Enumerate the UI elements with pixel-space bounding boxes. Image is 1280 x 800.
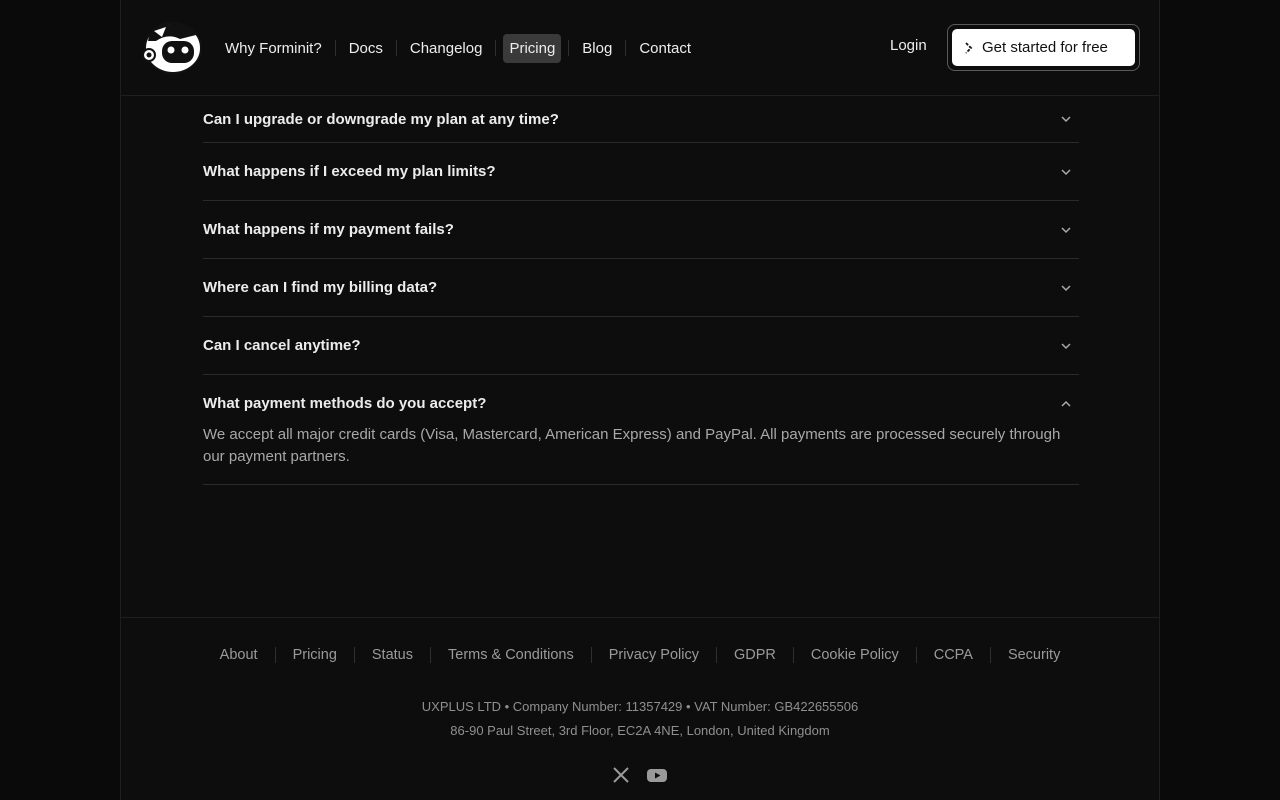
footer-divider: [590, 647, 592, 663]
company-address: 86-90 Paul Street, 3rd Floor, EC2A 4NE, …: [450, 723, 830, 738]
footer-divider: [353, 647, 355, 663]
nav-divider: [625, 40, 627, 56]
faq-question-toggle[interactable]: Where can I find my billing data?: [203, 259, 1079, 316]
faq-question-text: What happens if I exceed my plan limits?: [203, 163, 496, 180]
site-footer: About Pricing Status Terms & Conditions …: [121, 617, 1159, 800]
robot-mascot-logo-icon[interactable]: [140, 19, 204, 75]
nav-changelog[interactable]: Changelog: [404, 34, 489, 63]
nav-divider: [334, 40, 336, 56]
faq-list: Can I upgrade or downgrade my plan at an…: [203, 96, 1079, 485]
faq-item-expanded: What payment methods do you accept? We a…: [203, 375, 1079, 485]
nav-pricing[interactable]: Pricing: [503, 33, 562, 63]
main-nav: Why Forminit? Docs Changelog Pricing Blo…: [219, 33, 697, 63]
footer-link-cookie[interactable]: Cookie Policy: [811, 647, 899, 663]
x-twitter-icon[interactable]: [612, 766, 630, 789]
faq-answer-text: We accept all major credit cards (Visa, …: [203, 426, 1061, 465]
faq-question-text: Can I upgrade or downgrade my plan at an…: [203, 110, 559, 128]
footer-divider: [915, 647, 917, 663]
footer-divider: [430, 647, 431, 663]
nav-divider: [495, 40, 497, 56]
footer-links: About Pricing Status Terms & Conditions …: [121, 647, 1159, 663]
nav-divider: [568, 40, 570, 56]
footer-link-privacy[interactable]: Privacy Policy: [609, 647, 699, 663]
faq-item: What happens if my payment fails?: [203, 201, 1079, 259]
get-started-label: Get started for free: [982, 39, 1108, 56]
nav-blog[interactable]: Blog: [576, 34, 618, 63]
chevron-down-icon: [1061, 168, 1071, 175]
chevron-down-icon: [1061, 284, 1071, 291]
cta-outline: Get started for free: [947, 24, 1140, 71]
get-started-button[interactable]: Get started for free: [952, 29, 1135, 66]
social-links: [121, 766, 1159, 789]
footer-divider: [792, 647, 794, 663]
nav-docs[interactable]: Docs: [343, 34, 389, 63]
faq-question-toggle[interactable]: Can I cancel anytime?: [203, 317, 1079, 374]
chevron-right-icon: [965, 41, 973, 54]
footer-link-gdpr[interactable]: GDPR: [734, 647, 776, 663]
faq-question-toggle[interactable]: What happens if I exceed my plan limits?: [203, 143, 1079, 200]
faq-question-text: What happens if my payment fails?: [203, 221, 454, 238]
page-frame: Why Forminit? Docs Changelog Pricing Blo…: [120, 0, 1160, 800]
faq-question-text: Where can I find my billing data?: [203, 279, 438, 296]
footer-divider: [715, 647, 717, 663]
faq-item: Can I upgrade or downgrade my plan at an…: [203, 96, 1079, 143]
faq-question-text: What payment methods do you accept?: [203, 395, 487, 412]
login-link[interactable]: Login: [890, 37, 927, 54]
faq-question-toggle[interactable]: What happens if my payment fails?: [203, 201, 1079, 258]
footer-link-terms[interactable]: Terms & Conditions: [448, 647, 574, 663]
chevron-down-icon: [1061, 342, 1071, 349]
faq-item: What happens if I exceed my plan limits?: [203, 143, 1079, 201]
faq-item: Where can I find my billing data?: [203, 259, 1079, 317]
faq-question-toggle[interactable]: Can I upgrade or downgrade my plan at an…: [203, 96, 1079, 142]
chevron-down-icon: [1061, 116, 1071, 123]
footer-link-security[interactable]: Security: [1008, 647, 1060, 663]
footer-divider: [274, 647, 276, 663]
faq-question-text: Can I cancel anytime?: [203, 337, 361, 354]
chevron-up-icon: [1061, 400, 1071, 407]
footer-link-status[interactable]: Status: [372, 647, 413, 663]
company-info: UXPLUS LTD • Company Number: 11357429 • …: [421, 699, 859, 714]
footer-divider: [989, 647, 991, 663]
nav-contact[interactable]: Contact: [633, 34, 697, 63]
chevron-down-icon: [1061, 226, 1071, 233]
faq-item: Can I cancel anytime?: [203, 317, 1079, 375]
site-header: Why Forminit? Docs Changelog Pricing Blo…: [121, 0, 1159, 96]
youtube-icon[interactable]: [646, 766, 668, 789]
footer-link-pricing[interactable]: Pricing: [293, 647, 337, 663]
footer-link-about[interactable]: About: [220, 647, 258, 663]
nav-divider: [395, 40, 397, 56]
footer-link-ccpa[interactable]: CCPA: [934, 647, 973, 663]
nav-why-forminit[interactable]: Why Forminit?: [219, 34, 328, 63]
